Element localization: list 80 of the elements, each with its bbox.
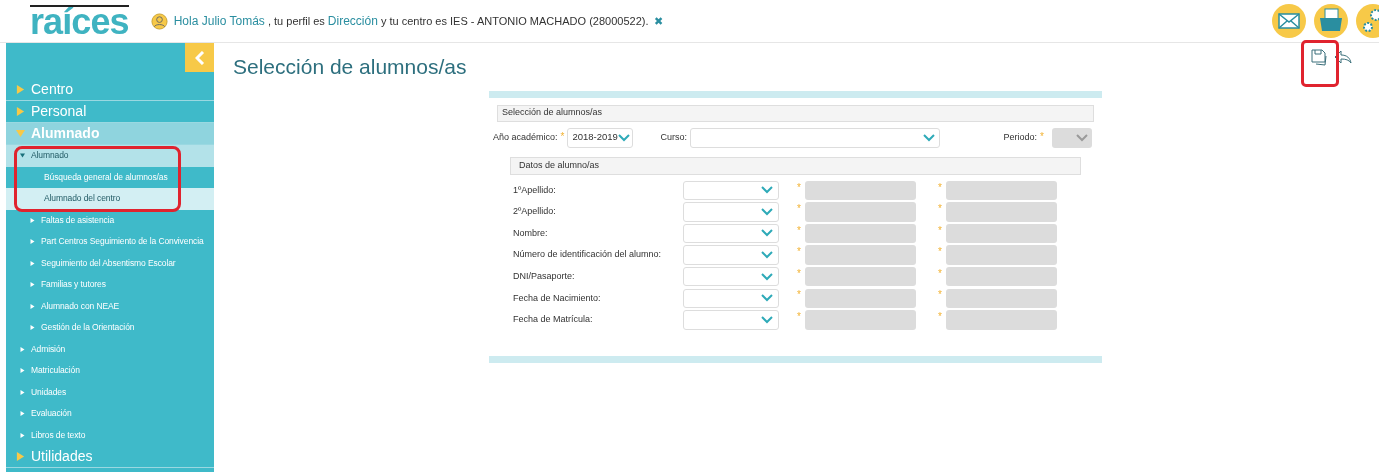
chevron-down-icon xyxy=(761,315,773,324)
caret-right-icon xyxy=(30,260,35,266)
required-mark: * xyxy=(797,267,801,279)
caret-right-icon xyxy=(20,346,25,352)
operator-select[interactable] xyxy=(683,202,779,222)
caret-right-icon xyxy=(30,325,35,331)
chevron-left-icon xyxy=(194,50,205,65)
caret-right-icon xyxy=(30,282,35,288)
undo-icon[interactable] xyxy=(1334,49,1352,65)
operator-select[interactable] xyxy=(683,180,779,201)
caret-down-icon xyxy=(16,129,25,138)
page-title: Selección de alumnos/as xyxy=(233,54,467,80)
logo: raíces xyxy=(30,5,129,37)
close-icon[interactable]: ✖ xyxy=(654,12,664,30)
chevron-down-icon xyxy=(617,133,630,142)
required-mark: * xyxy=(1040,130,1044,142)
caret-right-icon xyxy=(16,107,25,116)
highlight-frame xyxy=(1301,40,1339,87)
required-mark: * xyxy=(937,181,942,193)
caret-right-icon xyxy=(20,389,25,395)
caret-right-icon xyxy=(20,432,25,438)
field-label: DNI/Pasaporte: xyxy=(512,269,576,283)
required-mark: * xyxy=(797,203,801,215)
link[interactable]: Dirección xyxy=(327,14,378,28)
year-select[interactable]: 2018-2019 xyxy=(567,127,634,148)
field-label: Periodo: xyxy=(1003,130,1038,144)
chevron-down-icon xyxy=(761,251,773,260)
field-label: Año académico: xyxy=(493,130,558,144)
sidebar-item[interactable]: Alumnado xyxy=(6,123,214,145)
section-header: Datos de alumno/as xyxy=(510,156,1081,175)
chevron-down-icon xyxy=(1076,133,1088,142)
field-label: Curso: xyxy=(660,130,687,144)
required-mark: * xyxy=(560,130,565,142)
chevron-down-icon xyxy=(761,186,773,195)
required-mark: * xyxy=(937,311,942,323)
field-label: 1ºApellido: xyxy=(512,183,557,197)
required-mark: * xyxy=(937,267,942,279)
chevron-down-icon xyxy=(761,229,773,238)
link[interactable]: Hola Julio Tomás xyxy=(173,14,265,28)
required-mark: * xyxy=(937,289,942,301)
section-header: Selección de alumnos/as xyxy=(497,104,1094,122)
chevron-down-icon xyxy=(761,272,773,281)
caret-right-icon xyxy=(16,452,25,461)
required-mark: * xyxy=(797,181,801,193)
required-mark: * xyxy=(937,203,942,215)
caret-right-icon xyxy=(20,411,25,417)
operator-select[interactable] xyxy=(683,223,779,244)
chevron-down-icon xyxy=(761,294,773,303)
operator-select[interactable] xyxy=(683,310,779,330)
collapse-button[interactable] xyxy=(185,43,214,72)
field-label: Fecha de Matrícula: xyxy=(512,313,594,327)
required-mark: * xyxy=(797,311,801,323)
user-avatar-icon xyxy=(150,12,168,30)
field-label: Fecha de Nacimiento: xyxy=(512,291,602,305)
chevron-down-icon xyxy=(761,207,773,216)
field-label: Número de identificación del alumno: xyxy=(512,248,663,262)
caret-right-icon xyxy=(20,368,25,374)
sidebar-item[interactable]: Alumnado del centro xyxy=(6,188,214,210)
caret-right-icon xyxy=(30,217,35,223)
operator-select[interactable] xyxy=(683,266,779,287)
operator-select[interactable] xyxy=(683,245,779,265)
required-mark: * xyxy=(937,224,942,236)
mail-icon[interactable] xyxy=(1271,3,1307,39)
required-mark: * xyxy=(797,246,801,258)
sidebar-item[interactable]: Alumnado xyxy=(6,145,214,167)
chevron-down-icon xyxy=(922,133,935,142)
caret-right-icon xyxy=(16,85,25,94)
caret-down-icon xyxy=(20,153,25,159)
field-label: 2ºApellido: xyxy=(512,205,557,219)
save-icon[interactable] xyxy=(1310,48,1328,66)
required-mark: * xyxy=(797,289,801,301)
folder-icon[interactable] xyxy=(1313,3,1349,39)
field-label: Nombre: xyxy=(512,226,549,240)
operator-select[interactable] xyxy=(683,288,779,308)
required-mark: * xyxy=(937,246,942,258)
course-select[interactable] xyxy=(689,127,940,148)
required-mark: * xyxy=(797,224,801,236)
caret-right-icon xyxy=(30,239,35,245)
greeting-text: Hola Julio Tomás , tu perfil es Dirección y tu centro es IES - ANTONIO MACHADO (28000522). xyxy=(173,13,649,30)
caret-right-icon xyxy=(30,303,35,309)
